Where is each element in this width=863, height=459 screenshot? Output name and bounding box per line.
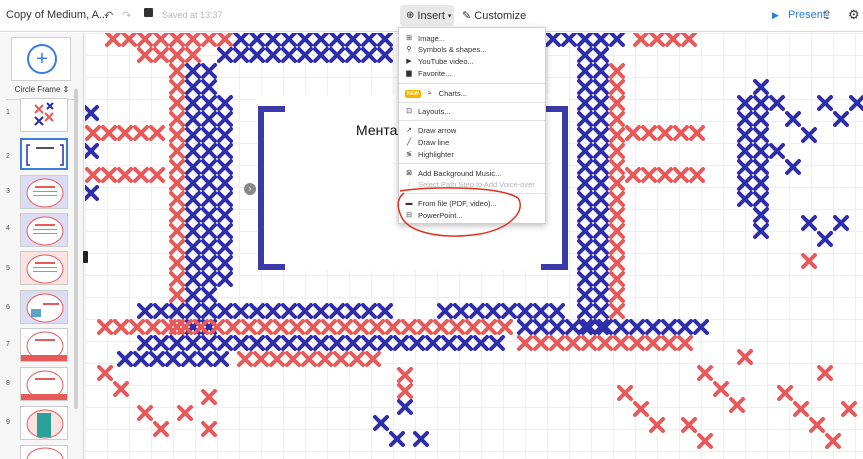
panel-resize-handle[interactable] [83, 251, 88, 263]
new-badge: NEW [405, 89, 421, 98]
menu-item-youtube[interactable]: ▶ YouTube video... [405, 57, 473, 66]
slide-thumbnail-5[interactable] [20, 251, 68, 285]
menu-item-symbols[interactable]: ⚲ Symbols & shapes... [405, 45, 486, 54]
mic-icon: ♪ [407, 180, 411, 188]
frame-type-label: Circle Frame [14, 85, 61, 94]
document-title[interactable]: Copy of Medium, A... [6, 9, 108, 21]
menu-divider [399, 163, 545, 164]
redo-icon[interactable]: ↷ [122, 9, 131, 22]
slide-panel-scrollbar[interactable] [74, 89, 78, 409]
slide-number: 7 [6, 341, 10, 348]
slide-number: 3 [6, 188, 10, 195]
customize-button[interactable]: ✎ Customize [462, 9, 526, 22]
chevron-down-icon: ▾ [447, 12, 452, 20]
undo-icon[interactable]: ↶ [104, 9, 113, 22]
menu-divider [399, 102, 545, 103]
transform-handle-icon[interactable]: › [244, 183, 256, 195]
youtube-icon: ▶ [406, 57, 412, 65]
menu-item-image[interactable]: ⊞ Image... [405, 34, 445, 43]
menu-divider [399, 120, 545, 121]
slide-number: 2 [6, 153, 10, 160]
slide-number: 1 [6, 109, 10, 116]
slide-number: 8 [6, 380, 10, 387]
present-label: Present [787, 9, 826, 21]
chart-icon: ≈ [427, 89, 432, 97]
image-icon: ⊞ [406, 34, 412, 42]
menu-divider [399, 83, 545, 84]
slide-thumbnail-1[interactable] [20, 98, 68, 132]
chevron-updown-icon: ⇕ [62, 85, 70, 94]
layouts-icon: ⊡ [406, 107, 412, 115]
slide-number: 9 [6, 419, 10, 426]
share-icon[interactable]: ⇪ [822, 8, 832, 22]
slide-thumbnail-9[interactable] [20, 406, 68, 440]
slide-thumbnail-3[interactable] [20, 175, 68, 209]
present-button[interactable]: ▶ Present [772, 9, 826, 21]
slide-thumbnail-10[interactable] [20, 445, 68, 459]
insert-label: Insert [417, 9, 445, 22]
slide-thumbnail-6[interactable] [20, 290, 68, 324]
slide-number: 6 [6, 304, 10, 311]
insert-button[interactable]: ⊕ Insert ▾ [400, 5, 454, 26]
menu-item-from-file[interactable]: ▬ From file (PDF, video)... [405, 199, 497, 208]
slide-number: 4 [6, 225, 10, 232]
pin-icon: ⚲ [406, 45, 412, 53]
menu-item-background-music[interactable]: ⊠ Add Background Music... [405, 169, 501, 178]
favorite-icon: ▆ [406, 69, 412, 77]
menu-item-charts[interactable]: NEW ≈ Charts... [405, 89, 467, 98]
add-frame-icon[interactable]: + [27, 44, 57, 74]
play-icon: ▶ [772, 10, 779, 20]
gear-icon[interactable]: ⚙ [848, 7, 860, 23]
insert-dropdown-menu: ⊞ Image... ⚲ Symbols & shapes... ▶ YouTube … [398, 27, 546, 224]
slide-number: 5 [6, 265, 10, 272]
menu-item-favorite[interactable]: ▆ Favorite... [405, 69, 451, 78]
slide-thumbnail-8[interactable] [20, 367, 68, 401]
add-frame-tile[interactable]: + [11, 37, 71, 81]
folder-icon: ▬ [405, 199, 413, 207]
slide-thumbnail-7[interactable] [20, 328, 68, 362]
slide-thumbnail-4[interactable] [20, 213, 68, 247]
customize-label: Customize [474, 10, 527, 22]
menu-item-layouts[interactable]: ⊡ Layouts... [405, 107, 450, 116]
highlighter-icon: ≶ [406, 150, 412, 158]
line-icon: ╱ [406, 138, 412, 146]
menu-item-voice-over: ♪ Select Path Step to Add Voice-over [405, 180, 535, 189]
slide-panel: + Circle Frame ⇕ 1 2 3 4 5 6 7 8 9 [0, 33, 84, 459]
brush-icon: ✎ [462, 10, 472, 22]
menu-divider [399, 193, 545, 194]
arrow-icon: ↗ [406, 126, 412, 134]
insert-icon: ⊕ [406, 10, 415, 21]
frame-type-selector[interactable]: Circle Frame ⇕ [9, 85, 75, 94]
save-icon[interactable] [144, 8, 153, 17]
menu-item-highlighter[interactable]: ≶ Highlighter [405, 150, 454, 159]
prezi-editor: Copy of Medium, A... ↶ ↷ Saved at 13:37 … [0, 0, 863, 459]
powerpoint-icon: ⊟ [406, 211, 412, 219]
saved-status: Saved at 13:37 [162, 10, 223, 20]
menu-item-powerpoint[interactable]: ⊟ PowerPoint... [405, 211, 463, 220]
menu-item-draw-arrow[interactable]: ↗ Draw arrow [405, 126, 456, 135]
slide-thumbnail-2[interactable] [20, 138, 68, 170]
menu-item-draw-line[interactable]: ╱ Draw line [405, 138, 449, 147]
music-icon: ⊠ [406, 169, 412, 177]
